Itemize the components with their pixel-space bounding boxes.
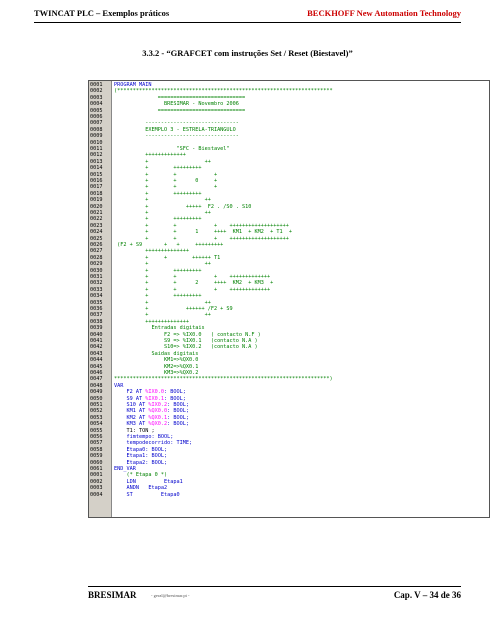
footer-email: - geral@bresimar.pt - [151, 593, 190, 598]
footer-name: BRESIMAR [88, 590, 137, 600]
header-title: TWINCAT PLC – Exemplos práticos [34, 8, 170, 18]
code-line: 0004 ST Etapa0 [89, 492, 489, 498]
line-number: 0004 [90, 491, 103, 498]
section-title: 3.3.2 - “GRAFCET com instruções Set / Re… [142, 48, 353, 58]
code-text: ST Etapa0 [114, 491, 180, 498]
footer-page-number: Cap. V – 34 de 36 [393, 590, 461, 600]
footer-rule [88, 586, 461, 587]
header-rule [34, 22, 461, 23]
header-brand: BECKHOFF New Automation Technology [307, 8, 461, 18]
code-editor: 0001 PROGRAM MAIN 0002 (*******************… [88, 80, 490, 518]
